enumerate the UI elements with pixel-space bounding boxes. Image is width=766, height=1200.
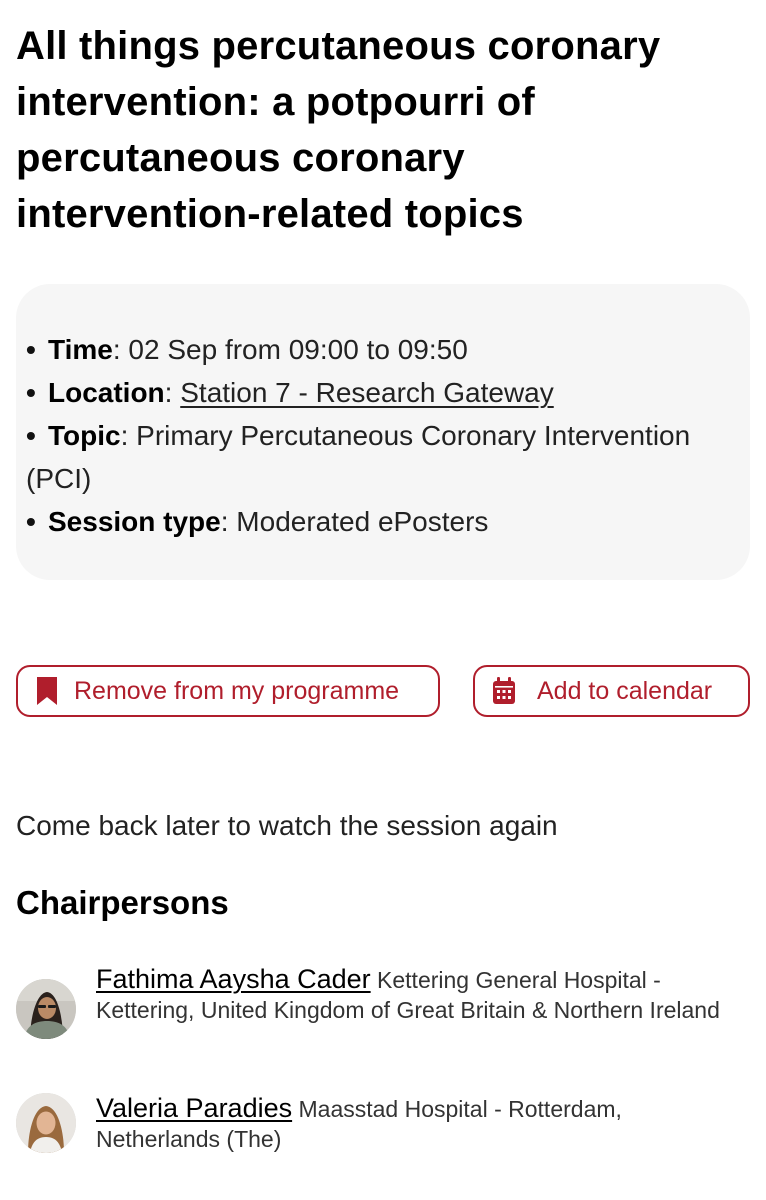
bullet: • (26, 377, 36, 408)
session-title: All things percutaneous coronary interve… (16, 24, 661, 236)
session-type-label: Session type (48, 506, 221, 537)
bullet: • (26, 420, 36, 451)
avatar[interactable] (16, 1093, 76, 1153)
chairperson-name-link[interactable]: Valeria Paradies (96, 1093, 292, 1123)
session-actions: Remove from my programme Add to calendar (16, 665, 750, 719)
info-location: • Location: Station 7 - Research Gateway (26, 371, 738, 414)
topic-label: Topic (48, 420, 121, 451)
watch-later-note: Come back later to watch the session aga… (16, 810, 558, 841)
time-label: Time (48, 334, 113, 365)
avatar[interactable] (16, 979, 76, 1039)
remove-from-programme-button[interactable]: Remove from my programme (16, 665, 440, 717)
session-info-card: • Time: 02 Sep from 09:00 to 09:50 • Locat… (16, 284, 750, 580)
session-page: All things percutaneous coronary interve… (0, 0, 766, 1200)
info-time: • Time: 02 Sep from 09:00 to 09:50 (26, 328, 738, 371)
bullet: • (26, 506, 36, 537)
chairperson-details: Valeria Paradies Maasstad Hospital - Rot… (96, 1093, 741, 1154)
remove-from-programme-label: Remove from my programme (74, 676, 400, 705)
bullet: • (26, 334, 36, 365)
location-link[interactable]: Station 7 - Research Gateway (180, 377, 554, 408)
separator: : (220, 506, 237, 537)
session-type-value: Moderated ePosters (236, 506, 489, 537)
location-label: Location (48, 377, 165, 408)
bookmark-icon (34, 676, 60, 706)
info-session-type: • Session type: Moderated ePosters (26, 500, 738, 543)
chairpersons-heading: Chairpersons (16, 884, 229, 921)
chairperson-details: Fathima Aaysha Cader Kettering General H… (96, 964, 741, 1025)
info-topic: • Topic: Primary Percutaneous Coronary In… (26, 414, 738, 500)
separator: : (120, 420, 137, 451)
time-value: 02 Sep from 09:00 to 09:50 (128, 334, 468, 365)
add-to-calendar-button[interactable]: Add to calendar (473, 665, 750, 717)
separator: : (164, 377, 181, 408)
chairperson-name-link[interactable]: Fathima Aaysha Cader (96, 964, 371, 994)
separator: : (112, 334, 129, 365)
add-to-calendar-label: Add to calendar (537, 676, 713, 705)
calendar-icon (491, 676, 517, 706)
